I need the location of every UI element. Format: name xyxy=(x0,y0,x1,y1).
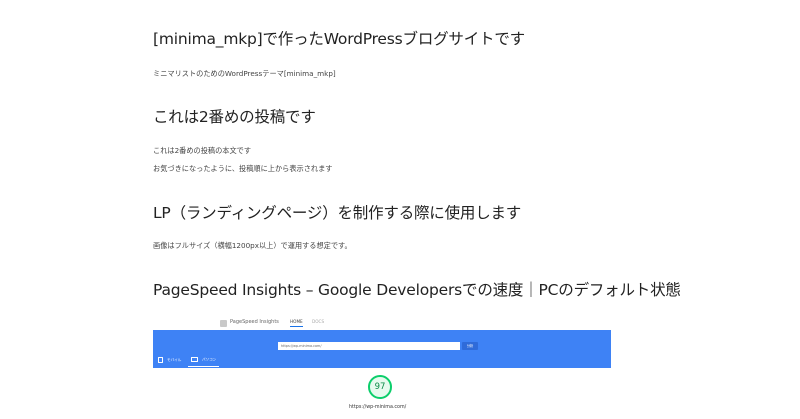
post-text-3: 画像はフルサイズ（横幅1200px以上）で運用する想定です。 xyxy=(153,241,352,250)
screenshot-logo-text: PageSpeed Insights xyxy=(230,319,279,325)
screenshot-device-mobile: モバイル xyxy=(158,357,181,363)
screenshot-analyze-button: 分析 xyxy=(462,342,478,350)
post-title-1[interactable]: [minima_mkp]で作ったWordPressブログサイトです xyxy=(153,27,525,49)
score-gauge: 97 xyxy=(368,375,392,399)
device-mobile-label: モバイル xyxy=(167,358,182,362)
pagespeed-logo-icon xyxy=(220,320,227,327)
score-url: https://wp-minima.com/ xyxy=(349,405,407,410)
screenshot-header: PageSpeed Insights HOME DOCS xyxy=(153,316,611,330)
screenshot-url-field xyxy=(278,342,460,350)
post-title-3[interactable]: LP（ランディングページ）を制作する際に使用します xyxy=(153,201,521,223)
screenshot-tab-home: HOME xyxy=(290,319,303,327)
pagespeed-screenshot: PageSpeed Insights HOME DOCS 分析 モバイル パソコ… xyxy=(153,316,611,419)
post-title-4[interactable]: PageSpeed Insights – Google Developersでの… xyxy=(153,278,681,300)
phone-icon xyxy=(158,357,163,363)
screenshot-banner: 分析 モバイル パソコン xyxy=(153,330,611,368)
device-desktop-label: パソコン xyxy=(202,357,217,362)
post-text-2b: お気づきになったように、投稿順に上から表示されます xyxy=(153,164,333,173)
monitor-icon xyxy=(191,357,198,362)
post-text-2a: これは2番めの投稿の本文です xyxy=(153,146,252,155)
post-title-2[interactable]: これは2番めの投稿です xyxy=(153,105,316,127)
screenshot-device-desktop: パソコン xyxy=(188,357,220,367)
post-text-1: ミニマリストのためのWordPressテーマ[minima_mkp] xyxy=(153,69,336,78)
screenshot-tab-docs: DOCS xyxy=(312,319,325,324)
